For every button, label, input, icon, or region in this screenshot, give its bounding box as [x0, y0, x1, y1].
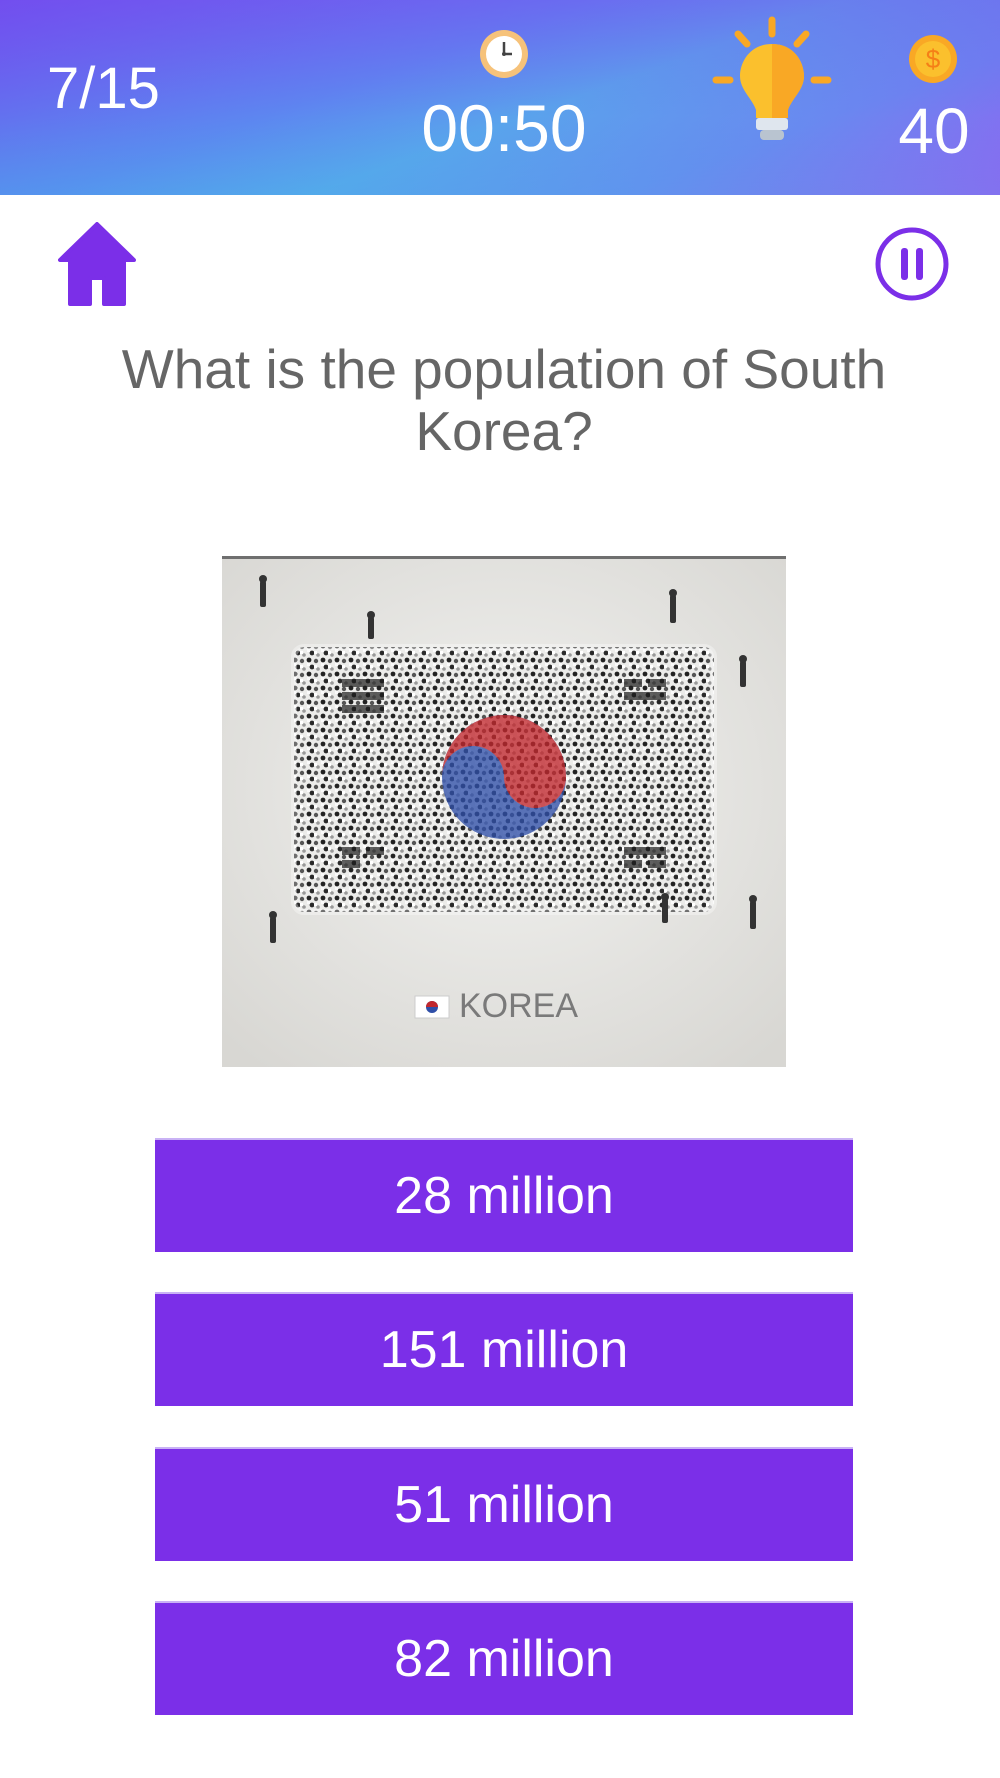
lightbulb-icon[interactable]	[710, 14, 835, 149]
clock-icon	[480, 30, 528, 78]
answer-option-1[interactable]: 28 million	[155, 1138, 853, 1252]
countdown-timer: 00:50	[421, 91, 587, 165]
question-image: KOREA	[222, 556, 786, 1067]
question-text: What is the population of South Korea?	[121, 338, 887, 462]
home-icon[interactable]	[58, 222, 136, 306]
svg-text:$: $	[926, 44, 941, 74]
dollar-coin-icon: $	[909, 35, 957, 83]
coin-count: 40	[898, 95, 970, 167]
top-status-bar: 7/15 00:50 $ 40	[0, 0, 1000, 195]
image-caption: KOREA	[459, 987, 578, 1025]
crowd-flag-illustration: KOREA	[222, 559, 786, 1067]
pause-icon[interactable]	[874, 226, 950, 302]
answer-option-4[interactable]: 82 million	[155, 1601, 853, 1715]
answer-option-2[interactable]: 151 million	[155, 1292, 853, 1406]
answer-option-3[interactable]: 51 million	[155, 1447, 853, 1561]
